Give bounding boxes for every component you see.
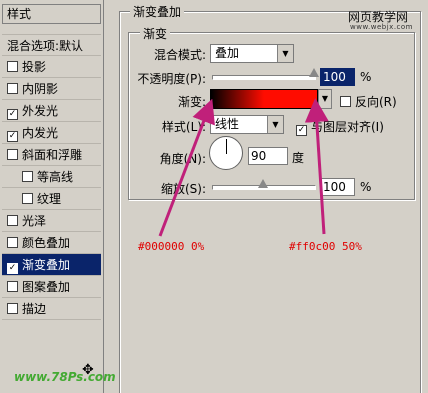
- arrow-to-start-color: [158, 98, 215, 237]
- annotation-end-color: #ff0c00 50%: [289, 240, 362, 253]
- annotation-arrows: [158, 98, 329, 237]
- annotation-start-color: #000000 0%: [138, 240, 205, 253]
- arrow-to-end-color: [304, 98, 329, 235]
